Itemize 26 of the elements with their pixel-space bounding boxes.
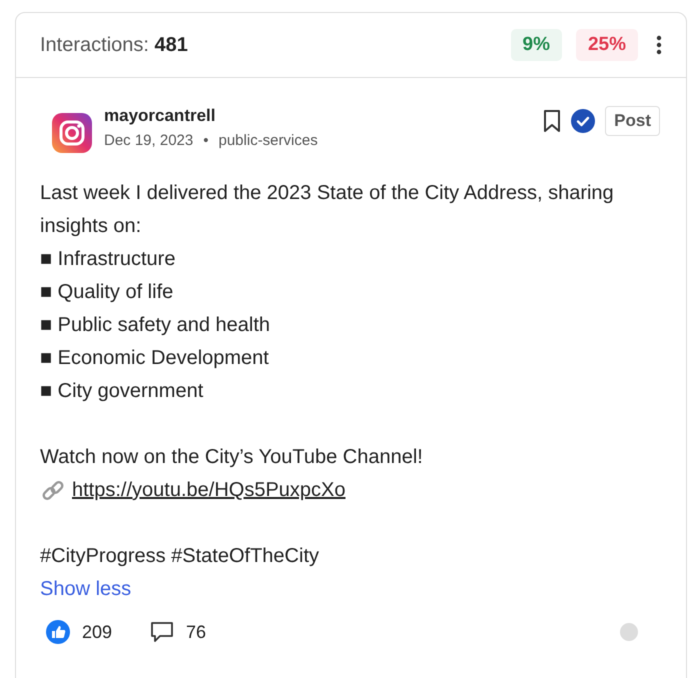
post-text: Last week I delivered the 2023 State of the City Address, sharing insights on: [40, 181, 615, 239]
camera-logo-icon [52, 113, 92, 153]
author-name[interactable]: mayorcantrell [104, 106, 318, 126]
post-date: Dec 19, 2023 [104, 132, 194, 149]
status-dot [620, 623, 638, 641]
post-text: Watch now on the City’s YouTube Channel! [40, 445, 424, 470]
post-type-button[interactable]: Post [605, 106, 660, 136]
separator-dot: • [203, 132, 208, 149]
percent-badge: 25% [576, 29, 638, 61]
bullet-item: ■ Quality of life [40, 280, 174, 305]
bullet-item: ■ City government [40, 379, 204, 404]
post-category: public-services [218, 132, 318, 149]
bookmark-icon[interactable] [543, 109, 562, 133]
video-link[interactable]: https://youtu.be/HQs5PuxpcXo [72, 474, 346, 507]
more-icon[interactable] [656, 35, 662, 55]
hashtags: #CityProgress #StateOfTheCity [40, 544, 320, 569]
percent-badge: 9% [510, 29, 562, 61]
comment-icon [150, 621, 174, 643]
bullet-item: ■ Public safety and health [40, 313, 271, 338]
thumbs-up-icon [46, 620, 70, 644]
bullet-item: ■ Economic Development [40, 346, 270, 371]
interactions-label: Interactions: 481 [40, 34, 188, 56]
show-less-link[interactable]: Show less [40, 573, 132, 606]
like-count: 209 [82, 622, 112, 642]
bullet-item: ■ Infrastructure [40, 247, 176, 272]
comment-count: 76 [186, 622, 206, 642]
